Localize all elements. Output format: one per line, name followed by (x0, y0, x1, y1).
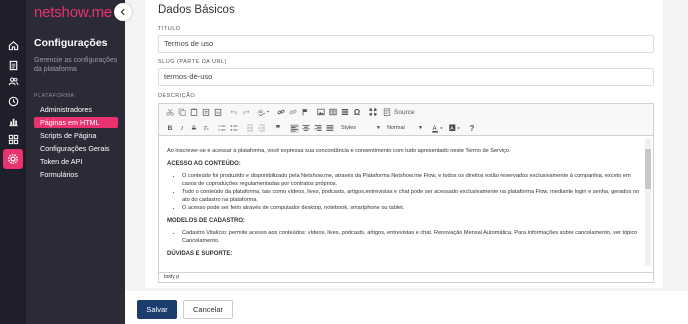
styles-dropdown[interactable]: Styles ▼ (341, 123, 383, 133)
title-input[interactable]: Termos de uso (158, 35, 654, 53)
page-title: Dados Básicos (158, 4, 235, 16)
strikethrough-icon[interactable]: S (189, 123, 199, 133)
numbered-list-icon[interactable]: 12 (217, 123, 227, 133)
list-item: O acesso pode ser feito através de compu… (182, 204, 641, 212)
sidebar-item-formularios[interactable]: Formulários (34, 169, 118, 180)
brand-logo[interactable]: netshow.me (34, 4, 112, 21)
sidebar-item-paginas-html[interactable]: Páginas em HTML (34, 117, 118, 128)
chevron-left-icon (120, 8, 125, 16)
form-footer: Salvar Cancelar (125, 291, 688, 324)
access-list: O conteúdo foi produzido e disponibiliza… (182, 172, 641, 212)
title-label: TÍTULO (158, 26, 181, 32)
table-icon[interactable] (328, 107, 338, 117)
sidebar-item-config-gerais[interactable]: Configurações Gerais (34, 143, 118, 154)
slug-input[interactable]: termos-de-uso (158, 68, 654, 86)
bold-icon[interactable]: B (165, 123, 175, 133)
align-justify-icon[interactable] (325, 123, 335, 133)
editor-content[interactable]: Ao inscrever-se e acessar a plataforma, … (159, 137, 653, 270)
spellcheck-icon[interactable]: ab (257, 107, 271, 117)
main-area: Dados Básicos TÍTULO Termos de uso SLUG … (125, 0, 688, 324)
description-label: DESCRIÇÃO (158, 93, 196, 99)
section-heading: DÚVIDAS E SUPORTE: (167, 251, 233, 257)
paste-text-icon[interactable] (201, 107, 211, 117)
collapse-sidebar-button[interactable] (114, 3, 132, 21)
anchor-icon[interactable] (300, 107, 310, 117)
sidebar-item-token-api[interactable]: Token de API (34, 156, 118, 167)
styles-label: Styles (341, 125, 356, 131)
sidebar-subtitle: Gerencie as configurações da plataforma (34, 57, 118, 73)
background-color-icon[interactable]: A (448, 123, 462, 133)
list-item: Cadastro Vitalício: permite acesso aos c… (182, 229, 641, 245)
image-icon[interactable] (316, 107, 326, 117)
format-label: Normal (387, 125, 405, 131)
source-icon[interactable] (382, 107, 392, 117)
rich-text-editor: W ab Ω Source B I S Tx 12 ❞ Styles ▼ Nor… (158, 103, 654, 283)
intro-paragraph: Ao inscrever-se e acessar a plataforma, … (167, 148, 511, 154)
align-right-icon[interactable] (313, 123, 323, 133)
paste-word-icon[interactable]: W (213, 107, 223, 117)
format-dropdown[interactable]: Normal ▼ (387, 123, 425, 133)
sidebar-item-administradores[interactable]: Administradores (34, 104, 118, 115)
unlink-icon[interactable] (288, 107, 298, 117)
sidebar-section-label: PLATAFORMA (34, 93, 75, 99)
document-icon[interactable] (5, 57, 21, 73)
icon-bar (0, 0, 26, 324)
copy-icon[interactable] (177, 107, 187, 117)
chevron-down-icon: ▼ (376, 125, 381, 131)
save-button[interactable]: Salvar (137, 300, 177, 319)
apps-icon[interactable] (5, 131, 21, 147)
list-item: O conteúdo foi produzido e disponibiliza… (182, 172, 641, 188)
chevron-down-icon: ▼ (418, 125, 423, 131)
maximize-icon[interactable] (368, 107, 378, 117)
clear-format-icon[interactable]: Tx (201, 123, 211, 133)
editor-scrollbar[interactable] (645, 139, 651, 265)
slug-label: SLUG (PARTE DA URL) (158, 59, 227, 65)
sidebar: netshow.me Configurações Gerencie as con… (26, 0, 125, 324)
sidebar-item-scripts[interactable]: Scripts de Página (34, 130, 118, 141)
form-card: Dados Básicos TÍTULO Termos de uso SLUG … (145, 0, 663, 288)
align-left-icon[interactable] (289, 123, 299, 133)
svg-text:W: W (216, 110, 220, 115)
gear-icon[interactable] (3, 149, 23, 169)
svg-text:ab: ab (258, 109, 264, 114)
registration-list: Cadastro Vitalício: permite acesso aos c… (182, 229, 641, 245)
chart-icon[interactable] (5, 113, 21, 129)
home-icon[interactable] (5, 37, 21, 53)
indent-icon[interactable] (257, 123, 267, 133)
scrollbar-thumb[interactable] (645, 149, 651, 189)
bullet-list-icon[interactable] (229, 123, 239, 133)
users-icon[interactable] (5, 73, 21, 89)
editor-statusbar: body p (159, 272, 653, 282)
paste-icon[interactable] (189, 107, 199, 117)
link-icon[interactable] (276, 107, 286, 117)
text-color-icon[interactable]: A (431, 123, 445, 133)
editor-toolbar: W ab Ω Source B I S Tx 12 ❞ Styles ▼ Nor… (159, 104, 653, 136)
horizontal-line-icon[interactable] (340, 107, 350, 117)
list-item: Todo o conteúdo da plataforma, tais como… (182, 188, 641, 204)
special-char-icon[interactable]: Ω (352, 107, 362, 117)
align-center-icon[interactable] (301, 123, 311, 133)
sidebar-title: Configurações (34, 37, 108, 49)
cut-icon[interactable] (165, 107, 175, 117)
cancel-button[interactable]: Cancelar (183, 300, 233, 319)
clock-icon[interactable] (5, 93, 21, 109)
help-icon[interactable]: ? (467, 123, 477, 133)
outdent-icon[interactable] (245, 123, 255, 133)
svg-text:2: 2 (218, 128, 220, 132)
section-heading: ACESSO AO CONTEÚDO: (167, 161, 241, 167)
undo-icon[interactable] (229, 107, 239, 117)
redo-icon[interactable] (241, 107, 251, 117)
section-heading: MODELOS DE CADASTRO: (167, 218, 245, 224)
italic-icon[interactable]: I (177, 123, 187, 133)
blockquote-icon[interactable]: ❞ (273, 123, 283, 133)
source-button[interactable]: Source (394, 107, 415, 117)
